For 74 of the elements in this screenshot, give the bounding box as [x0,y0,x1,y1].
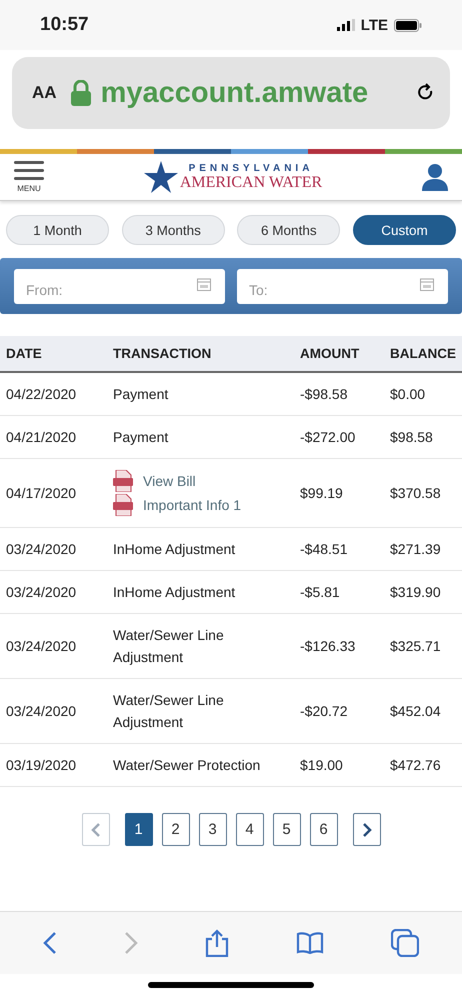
pdf-icon [113,494,133,516]
date-cell: 04/17/2020 [0,458,107,528]
transaction-cell: Payment [107,416,294,458]
range-tab[interactable]: 6 Months [237,215,340,245]
balance-cell: $319.90 [384,570,462,614]
range-tab[interactable]: Custom [352,215,456,245]
date-cell: 04/22/2020 [0,372,107,416]
range-tab[interactable]: 1 Month [6,215,109,245]
back-icon[interactable] [43,931,58,955]
from-date-field[interactable]: From: [14,268,225,304]
page-button[interactable]: 2 [162,813,190,846]
document-link[interactable]: Important Info 1 [143,493,242,517]
page-button[interactable]: 6 [310,813,338,846]
tabs-icon[interactable] [390,929,419,957]
balance-cell: $370.58 [384,458,462,528]
chevron-right-icon [362,822,372,836]
column-header: BALANCE [384,336,462,372]
column-header: TRANSACTION [107,336,294,372]
amount-cell: -$126.33 [294,614,384,678]
pdf-icon [113,470,133,492]
balance-cell: $452.04 [384,678,462,744]
transaction-cell: InHome Adjustment [107,528,294,570]
url-text: myaccount.amwate [100,76,370,110]
lock-icon [70,80,91,106]
address-bar[interactable]: AA myaccount.amwate [12,57,450,129]
user-icon[interactable] [422,163,448,191]
column-header: AMOUNT [294,336,384,372]
amount-cell: $19.00 [294,744,384,786]
logo-company-text: AMERICAN WATER [180,174,322,192]
page-button[interactable]: 5 [272,813,300,846]
calendar-icon[interactable] [197,276,211,290]
battery-icon [394,18,422,32]
menu-button[interactable]: MENU [14,161,44,193]
transaction-cell: Water/Sewer Line Adjustment [107,614,294,678]
chevron-left-icon [90,822,100,836]
amount-cell: -$20.72 [294,678,384,744]
amount-cell: $99.19 [294,458,384,528]
page-button[interactable]: 3 [198,813,226,846]
logo-region-text: PENNSYLVANIA [188,162,314,174]
amount-cell: -$98.58 [294,372,384,416]
amount-cell: -$5.81 [294,570,384,614]
balance-cell: $98.58 [384,416,462,458]
text-size-button[interactable]: AA [32,83,57,103]
to-date-field[interactable]: To: [237,268,448,304]
balance-cell: $325.71 [384,614,462,678]
page-button[interactable]: 4 [236,813,264,846]
date-cell: 03/19/2020 [0,744,107,786]
transaction-cell: Water/Sewer Line Adjustment [107,678,294,744]
balance-cell: $271.39 [384,528,462,570]
transaction-cell: Payment [107,372,294,416]
transaction-cell: InHome Adjustment [107,570,294,614]
date-cell: 03/24/2020 [0,678,107,744]
balance-cell: $472.76 [384,744,462,786]
calendar-icon[interactable] [420,276,434,290]
book-icon[interactable] [296,932,324,954]
share-icon[interactable] [204,929,229,957]
range-tab[interactable]: 3 Months [122,215,225,245]
network-label: LTE [360,16,388,34]
date-cell: 03/24/2020 [0,570,107,614]
date-cell: 03/24/2020 [0,614,107,678]
menu-icon [14,161,44,181]
balance-cell: $0.00 [384,372,462,416]
transaction-cell: Water/Sewer Protection [107,744,294,786]
date-cell: 03/24/2020 [0,528,107,570]
document-link[interactable]: View Bill [143,469,196,493]
page-button[interactable]: 1 [124,813,152,846]
star-logo-icon [144,160,178,194]
status-time: 10:57 [40,14,89,36]
next-page-button[interactable] [352,813,380,846]
signal-icon [336,19,355,31]
amount-cell: -$272.00 [294,416,384,458]
amount-cell: -$48.51 [294,528,384,570]
column-header: DATE [0,336,107,372]
date-cell: 04/21/2020 [0,416,107,458]
